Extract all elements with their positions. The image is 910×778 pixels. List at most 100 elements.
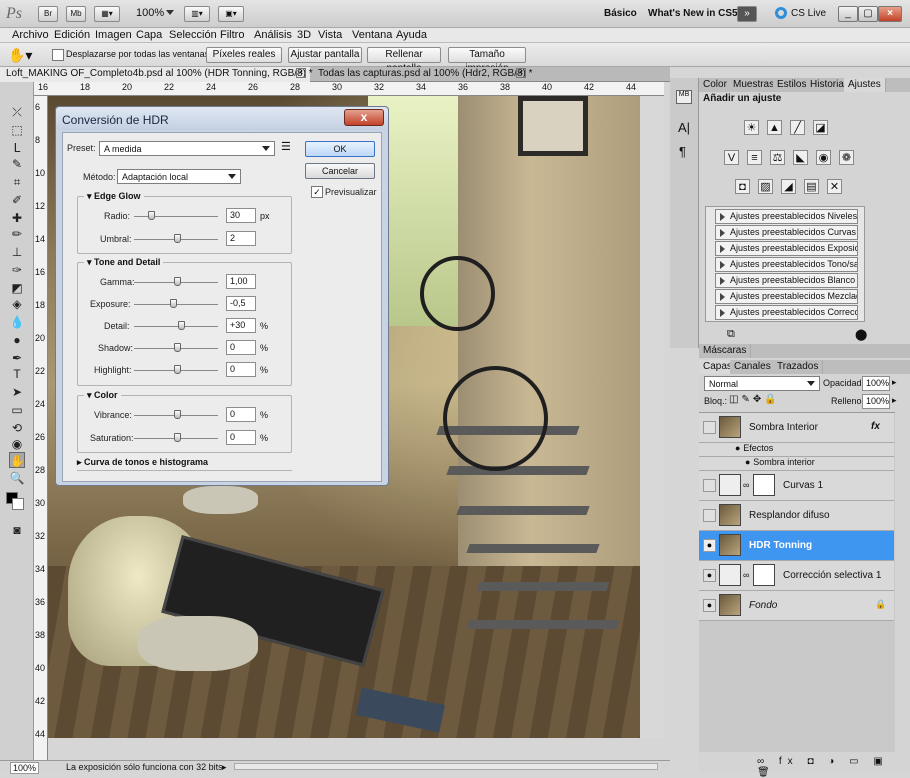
lock-icons[interactable]: ◫✎✥🔒 [729,394,780,405]
curves-icon[interactable]: ╱ [790,120,805,135]
hand-tool-icon[interactable]: ✋ [9,452,25,468]
move-tool-icon[interactable]: ⤫ [9,104,25,120]
preset-correccion[interactable]: Ajustes preestablecidos Correcci... [715,305,858,320]
tab-muestras[interactable]: Muestras [729,78,780,92]
vibrance-icon[interactable]: V [724,150,739,165]
posterize-icon[interactable]: ▨ [758,179,773,194]
layer-hdr-tonning[interactable]: ● HDR Tonning [699,531,894,561]
preview-checkbox[interactable]: ✓ [311,186,323,198]
hand-tool-preset-icon[interactable]: ✋▾ [8,47,32,64]
vibrance-slider-thumb[interactable] [174,410,181,419]
visibility-toggle[interactable] [703,509,716,522]
tab-trazados[interactable]: Trazados [773,360,824,374]
layer-effect-inner-shadow[interactable]: ● Sombra interior [699,457,894,471]
edge-glow-title[interactable]: ▾ Edge Glow [84,191,144,202]
type-tool-icon[interactable]: T [9,366,25,382]
gradient-tool-icon[interactable]: ◈ [9,296,25,312]
extras-button[interactable]: ▦▾ [94,6,120,22]
preset-niveles[interactable]: Ajustes preestablecidos Niveles [715,209,858,224]
vertical-ruler[interactable]: 6 8 10 12 14 16 18 20 22 24 26 28 30 32 34 36 38 40 42 44 [34,96,48,760]
preset-tono-sat[interactable]: Ajustes preestablecidos Tono/sat... [715,257,858,272]
umbral-slider-thumb[interactable] [174,234,181,243]
color-title[interactable]: ▾ Color [84,390,121,401]
minibridge-panel-icon[interactable]: MB [676,90,692,104]
pen-tool-icon[interactable]: ✒ [9,350,25,366]
dialog-close-button[interactable]: x [344,109,384,126]
visibility-toggle[interactable] [703,421,716,434]
menu-3d[interactable]: 3D [297,29,311,41]
opacity-arrow-icon[interactable]: ▸ [892,377,897,388]
layer-effects-row[interactable]: ● Efectos [699,443,894,457]
saturation-input[interactable]: 0 [226,430,256,445]
layer-mask-thumbnail[interactable] [753,474,775,496]
vibrance-input[interactable]: 0 [226,407,256,422]
background-color-swatch[interactable] [12,498,24,510]
preset-select[interactable]: A medida [99,141,275,156]
workspace-basico[interactable]: Básico [604,8,637,19]
cancel-button[interactable]: Cancelar [305,163,375,179]
quick-select-icon[interactable]: ✎ [9,156,25,172]
gamma-input[interactable]: 1,00 [226,274,256,289]
ok-button[interactable]: OK [305,141,375,157]
scroll-all-checkbox[interactable] [52,49,64,61]
close-app-button[interactable]: × [878,6,902,22]
visibility-toggle[interactable] [703,479,716,492]
exposure-slider-thumb[interactable] [170,299,177,308]
hue-sat-icon[interactable]: ≡ [747,150,762,165]
quick-mask-icon[interactable]: ◙ [9,522,25,538]
preset-curvas[interactable]: Ajustes preestablecidos Curvas [715,225,858,240]
fx-icon[interactable]: fx [871,421,880,432]
paragraph-panel-icon[interactable]: ¶ [679,144,686,159]
saturation-slider-thumb[interactable] [174,433,181,442]
black-white-icon[interactable]: ◣ [793,150,808,165]
more-workspaces-icon[interactable]: » [737,6,757,22]
tab-canales[interactable]: Canales [730,360,776,374]
3d-rotate-icon[interactable]: ⟲ [9,420,25,436]
gradient-map-icon[interactable]: ▤ [804,179,819,194]
crop-tool-icon[interactable]: ⌗ [9,174,25,190]
lasso-tool-icon[interactable]: ᒪ [9,140,25,156]
cs-live-menu[interactable]: CS Live [791,8,826,19]
exposure-icon[interactable]: ◪ [813,120,828,135]
fill-input[interactable]: 100% [862,394,890,409]
layer-correccion-selectiva[interactable]: ● ∞ Corrección selectiva 1 [699,561,894,591]
detail-slider-thumb[interactable] [178,321,185,330]
link-icon[interactable]: ∞ [743,480,749,490]
menu-vista[interactable]: Vista [318,29,342,41]
opacity-input[interactable]: 100% [862,376,890,391]
vertical-scrollbar[interactable] [640,96,664,738]
bridge-button[interactable]: Br [38,6,58,22]
workspace-whats-new[interactable]: What's New in CS5 [648,8,738,19]
layers-footer-icons[interactable]: ∞ fx ◘ ◑ ▭ ▣ 🗑 [757,756,910,778]
channel-mixer-icon[interactable]: ❁ [839,150,854,165]
color-balance-icon[interactable]: ⚖ [770,150,785,165]
menu-edicion[interactable]: Edición [54,29,90,41]
minimize-button[interactable]: _ [838,6,858,22]
method-select[interactable]: Adaptación local [117,169,241,184]
3d-camera-icon[interactable]: ◉ [9,436,25,452]
levels-icon[interactable]: ▲ [767,120,782,135]
preset-mezclador[interactable]: Ajustes preestablecidos Mezclado... [715,289,858,304]
highlight-input[interactable]: 0 [226,362,256,377]
gamma-slider-thumb[interactable] [174,277,181,286]
character-panel-icon[interactable]: A| [678,120,690,135]
radio-slider-track[interactable] [134,216,218,217]
tab-mascaras[interactable]: Máscaras [699,344,752,358]
layer-resplandor-difuso[interactable]: Resplandor difuso [699,501,894,531]
effect-eye-icon[interactable]: ● [745,457,750,467]
menu-seleccion[interactable]: Selección [169,29,217,41]
effects-eye-icon[interactable]: ● [735,443,740,453]
dialog-titlebar[interactable]: Conversión de HDR x [56,107,388,130]
eraser-icon[interactable]: ◩ [9,280,25,296]
preset-options-icon[interactable]: ☰ [281,140,291,153]
tab-historia[interactable]: Historia [806,78,849,92]
path-select-icon[interactable]: ➤ [9,384,25,400]
menu-capa[interactable]: Capa [136,29,162,41]
curve-histogram-expander[interactable]: ▸ Curva de tonos e histograma [77,457,292,471]
brightness-icon[interactable]: ☀ [744,120,759,135]
healing-brush-icon[interactable]: ✚ [9,210,25,226]
minibridge-button[interactable]: Mb [66,6,86,22]
doc-tab-capturas[interactable]: Todas las capturas.psd al 100% (Hdr2, RG… [312,67,533,82]
menu-ventana[interactable]: Ventana [352,29,392,41]
doc-tab-loft[interactable]: Loft_MAKING OF_Completo4b.psd al 100% (H… [0,67,313,82]
